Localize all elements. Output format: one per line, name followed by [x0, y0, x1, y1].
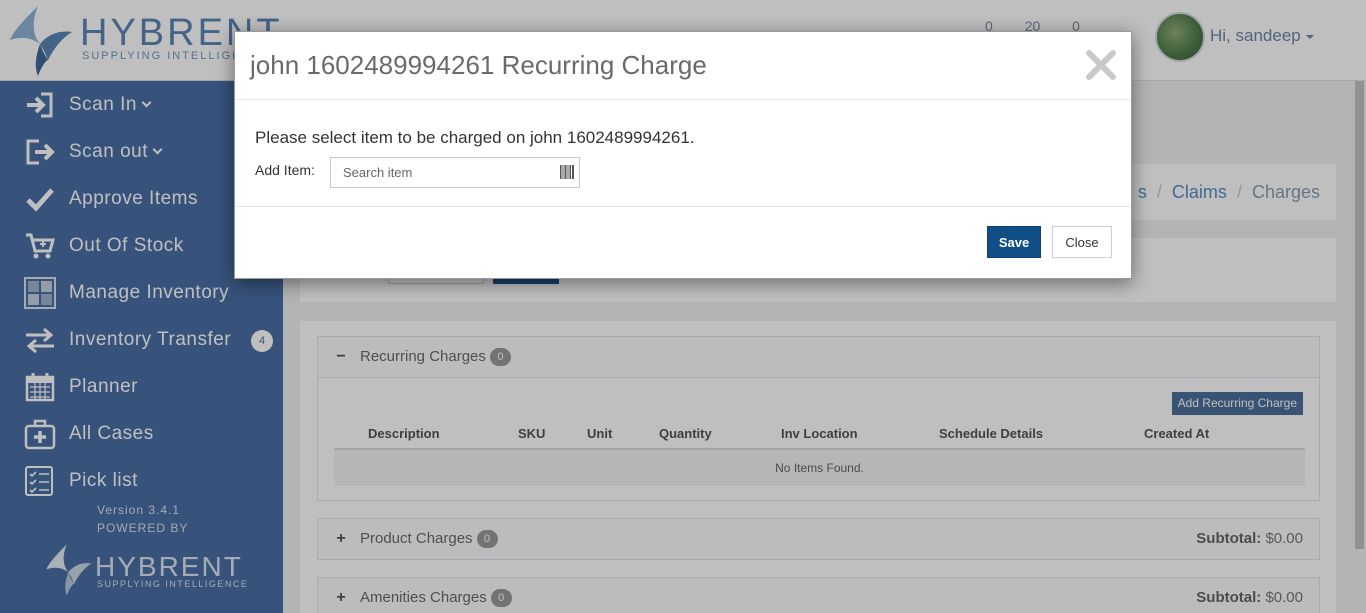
save-button[interactable]: Save	[987, 226, 1041, 258]
dialog-footer: Save Close	[235, 207, 1131, 278]
dialog-prompt: Please select item to be charged on john…	[255, 128, 695, 147]
dialog-header: john 1602489994261 Recurring Charge	[235, 32, 1131, 100]
close-icon[interactable]	[1085, 48, 1117, 82]
item-search-box[interactable]	[330, 157, 580, 188]
dialog-body: Please select item to be charged on john…	[235, 100, 1131, 207]
add-item-label: Add Item:	[255, 162, 315, 178]
recurring-charge-dialog: john 1602489994261 Recurring Charge Plea…	[234, 31, 1132, 279]
close-button[interactable]: Close	[1052, 226, 1112, 258]
dialog-title: john 1602489994261 Recurring Charge	[250, 50, 707, 80]
search-item-input[interactable]	[331, 158, 553, 187]
barcode-icon[interactable]	[560, 165, 574, 179]
